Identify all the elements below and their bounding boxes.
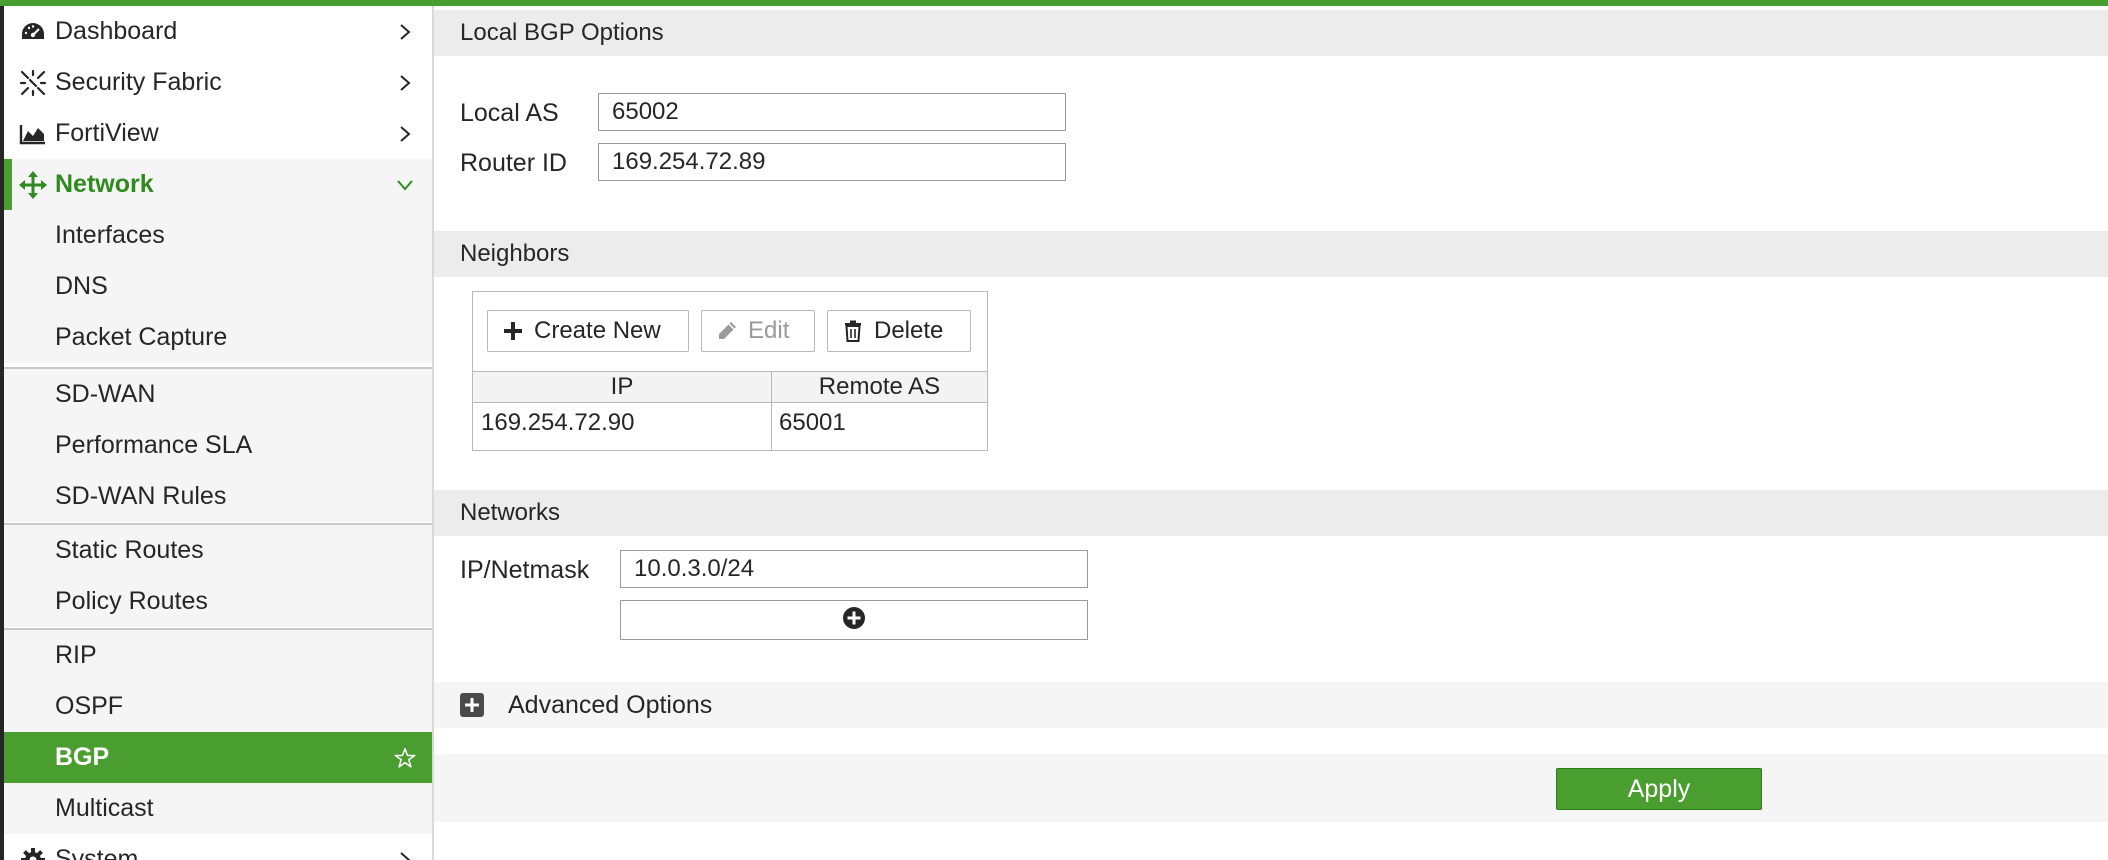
neighbors-table: Create New Edit Delete IP Remote AS 169.… bbox=[472, 291, 988, 451]
local-as-input[interactable] bbox=[598, 93, 1066, 131]
sidebar-item-system[interactable]: System bbox=[4, 834, 432, 860]
sidebar-item-label: Performance SLA bbox=[55, 431, 253, 459]
sidebar-item-dashboard[interactable]: Dashboard bbox=[4, 6, 432, 57]
expand-plus-icon bbox=[460, 693, 484, 717]
pencil-icon bbox=[716, 320, 738, 342]
sidebar-item-label: Interfaces bbox=[55, 221, 165, 249]
column-header-ip[interactable]: IP bbox=[473, 372, 771, 402]
create-new-button[interactable]: Create New bbox=[487, 310, 689, 352]
add-network-button[interactable] bbox=[620, 600, 1088, 640]
footer-bar: Apply bbox=[434, 754, 2108, 822]
neighbor-ip-cell: 169.254.72.90 bbox=[481, 409, 635, 436]
sidebar-item-network[interactable]: Network bbox=[4, 159, 432, 210]
sidebar-item-performance-sla[interactable]: Performance SLA bbox=[4, 420, 432, 471]
plus-icon bbox=[502, 320, 524, 342]
sidebar-item-label: Policy Routes bbox=[55, 587, 208, 615]
router-id-input[interactable] bbox=[598, 143, 1066, 181]
sidebar-item-ospf[interactable]: OSPF bbox=[4, 681, 432, 732]
sidebar: Dashboard Security Fabric FortiView Netw… bbox=[4, 6, 434, 860]
dashboard-gauge-icon bbox=[18, 17, 48, 47]
delete-button[interactable]: Delete bbox=[827, 310, 971, 352]
sidebar-item-dns[interactable]: DNS bbox=[4, 261, 432, 312]
sidebar-item-bgp[interactable]: BGP bbox=[4, 732, 432, 783]
sidebar-item-label: BGP bbox=[55, 743, 110, 771]
sidebar-item-label: OSPF bbox=[55, 692, 124, 720]
column-header-remote-as[interactable]: Remote AS bbox=[772, 372, 987, 402]
sidebar-item-label: Network bbox=[55, 170, 154, 198]
network-move-icon bbox=[18, 170, 48, 200]
apply-button[interactable]: Apply bbox=[1556, 768, 1762, 810]
table-header: IP Remote AS bbox=[473, 371, 987, 403]
neighbor-remote-as-cell: 65001 bbox=[779, 409, 846, 436]
sidebar-item-multicast[interactable]: Multicast bbox=[4, 783, 432, 834]
neighbors-header: Neighbors bbox=[434, 231, 2108, 277]
chevron-down-icon bbox=[394, 174, 416, 196]
sidebar-item-label: RIP bbox=[55, 641, 97, 669]
sidebar-item-label: SD-WAN Rules bbox=[55, 482, 227, 510]
sidebar-item-rip[interactable]: RIP bbox=[4, 630, 432, 681]
chevron-right-icon bbox=[394, 123, 416, 145]
fortiview-chart-icon bbox=[18, 119, 48, 149]
sidebar-item-interfaces[interactable]: Interfaces bbox=[4, 210, 432, 261]
advanced-options-label: Advanced Options bbox=[508, 691, 713, 719]
edit-label: Edit bbox=[748, 317, 790, 344]
networks-header: Networks bbox=[434, 490, 2108, 536]
sidebar-item-label: Multicast bbox=[55, 794, 154, 822]
sidebar-item-label: FortiView bbox=[55, 119, 159, 147]
local-bgp-options-header: Local BGP Options bbox=[434, 10, 2108, 56]
circle-plus-icon bbox=[842, 606, 866, 635]
sidebar-item-sd-wan-rules[interactable]: SD-WAN Rules bbox=[4, 471, 432, 522]
sidebar-item-label: SD-WAN bbox=[55, 380, 156, 408]
sidebar-item-packet-capture[interactable]: Packet Capture bbox=[4, 312, 432, 363]
sidebar-item-fortiview[interactable]: FortiView bbox=[4, 108, 432, 159]
sidebar-item-label: System bbox=[55, 845, 139, 860]
column-divider bbox=[771, 371, 772, 450]
active-section-indicator bbox=[4, 159, 12, 210]
delete-label: Delete bbox=[874, 317, 944, 344]
security-fabric-icon bbox=[18, 68, 48, 98]
bgp-settings-panel: Local BGP Options Local AS Router ID Nei… bbox=[434, 6, 2108, 860]
advanced-options-toggle[interactable]: Advanced Options bbox=[434, 682, 2108, 728]
trash-icon bbox=[842, 320, 864, 342]
chevron-right-icon bbox=[394, 72, 416, 94]
create-new-label: Create New bbox=[534, 317, 661, 344]
sidebar-item-label: DNS bbox=[55, 272, 108, 300]
star-favorite-icon[interactable] bbox=[394, 747, 416, 769]
chevron-right-icon bbox=[394, 849, 416, 860]
ip-netmask-input[interactable] bbox=[620, 550, 1088, 588]
sidebar-item-policy-routes[interactable]: Policy Routes bbox=[4, 576, 432, 627]
ip-netmask-label: IP/Netmask bbox=[460, 556, 590, 584]
edit-button[interactable]: Edit bbox=[701, 310, 815, 352]
sidebar-item-label: Static Routes bbox=[55, 536, 204, 564]
sidebar-item-security-fabric[interactable]: Security Fabric bbox=[4, 57, 432, 108]
sidebar-item-label: Packet Capture bbox=[55, 323, 228, 351]
gear-icon bbox=[18, 845, 48, 860]
sidebar-item-static-routes[interactable]: Static Routes bbox=[4, 525, 432, 576]
sidebar-item-label: Dashboard bbox=[55, 17, 178, 45]
chevron-right-icon bbox=[394, 21, 416, 43]
sidebar-item-label: Security Fabric bbox=[55, 68, 222, 96]
router-id-label: Router ID bbox=[460, 149, 567, 177]
local-as-label: Local AS bbox=[460, 99, 559, 127]
sidebar-item-sd-wan[interactable]: SD-WAN bbox=[4, 369, 432, 420]
